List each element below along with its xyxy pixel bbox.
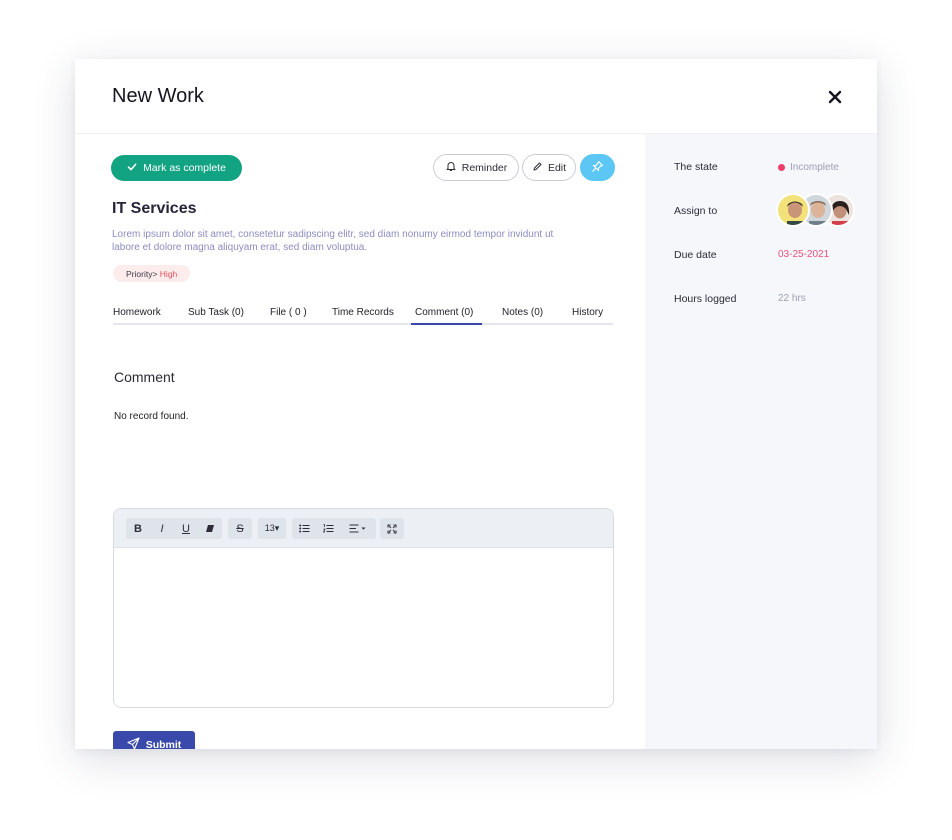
tab-history[interactable]: History	[572, 307, 603, 318]
reminder-label: Reminder	[461, 161, 508, 174]
modal-header: New Work	[75, 59, 877, 134]
tab-sub-task[interactable]: Sub Task (0)	[188, 307, 244, 318]
state-label: The state	[674, 161, 718, 173]
task-description: Lorem ipsum dolor sit amet, consetetur s…	[112, 229, 554, 253]
edit-button[interactable]: Edit	[522, 154, 576, 181]
send-icon	[127, 736, 140, 749]
avatar[interactable]	[776, 193, 810, 227]
modal-title: New Work	[112, 85, 204, 107]
submit-button[interactable]: Submit	[113, 731, 195, 749]
underline-button[interactable]: U	[174, 518, 198, 539]
assign-label: Assign to	[674, 205, 718, 217]
hours-logged-label: Hours logged	[674, 293, 737, 305]
empty-state-text: No record found.	[114, 411, 189, 422]
state-text: Incomplete	[790, 162, 839, 173]
tab-comment[interactable]: Comment (0)	[415, 307, 473, 318]
pin-icon	[591, 160, 604, 176]
tab-notes[interactable]: Notes (0)	[502, 307, 543, 318]
close-icon[interactable]	[827, 89, 843, 105]
mark-as-complete-label: Mark as complete	[143, 162, 226, 174]
reminder-button[interactable]: Reminder	[433, 154, 519, 181]
status-dot	[778, 164, 785, 171]
new-work-modal: New Work Mark as complete Reminder Edit	[75, 59, 877, 749]
due-date-label: Due date	[674, 249, 717, 261]
strike-group: S	[228, 518, 252, 539]
state-value: Incomplete	[778, 162, 839, 173]
due-date-value: 03-25-2021	[778, 249, 830, 260]
bell-icon	[445, 160, 457, 175]
align-dropdown-icon[interactable]	[340, 518, 376, 539]
comment-heading: Comment	[114, 369, 175, 385]
strikethrough-button[interactable]: S	[228, 518, 252, 539]
numbered-list-icon[interactable]	[316, 518, 340, 539]
font-size-dropdown[interactable]: 13▾	[258, 518, 286, 539]
task-tabs: Homework Sub Task (0) File ( 0 ) Time Re…	[113, 304, 613, 325]
assignee-avatars	[776, 193, 856, 229]
text-style-group: B I U	[126, 518, 222, 539]
list-group	[292, 518, 376, 539]
priority-badge: Priority> High	[113, 265, 191, 282]
font-size-group: 13▾	[258, 518, 286, 539]
active-tab-indicator	[411, 323, 482, 325]
fullscreen-icon[interactable]	[380, 518, 404, 539]
fullscreen-group	[380, 518, 404, 539]
comment-textarea[interactable]	[114, 548, 613, 707]
tab-time-records[interactable]: Time Records	[332, 307, 394, 318]
priority-label: Priority>	[126, 268, 158, 279]
tab-homework[interactable]: Homework	[113, 307, 161, 318]
edit-label: Edit	[547, 161, 567, 174]
italic-button[interactable]: I	[150, 518, 174, 539]
check-icon	[127, 162, 137, 175]
eraser-icon[interactable]	[198, 518, 222, 539]
bold-button[interactable]: B	[126, 518, 150, 539]
comment-editor: B I U S 13▾	[113, 508, 614, 708]
task-details-pane: The state Incomplete Assign to Due date …	[645, 134, 877, 749]
tab-file[interactable]: File ( 0 )	[270, 307, 307, 318]
task-title: IT Services	[112, 200, 197, 217]
bullet-list-icon[interactable]	[292, 518, 316, 539]
submit-label: Submit	[145, 738, 182, 750]
priority-value: High	[159, 268, 178, 279]
pin-button[interactable]	[580, 154, 615, 181]
pencil-icon	[532, 161, 543, 175]
mark-as-complete-button[interactable]: Mark as complete	[111, 155, 242, 181]
task-main-pane: Mark as complete Reminder Edit IT Servic…	[75, 134, 645, 749]
hours-logged-value: 22 hrs	[778, 293, 806, 304]
editor-toolbar: B I U S 13▾	[114, 509, 613, 548]
